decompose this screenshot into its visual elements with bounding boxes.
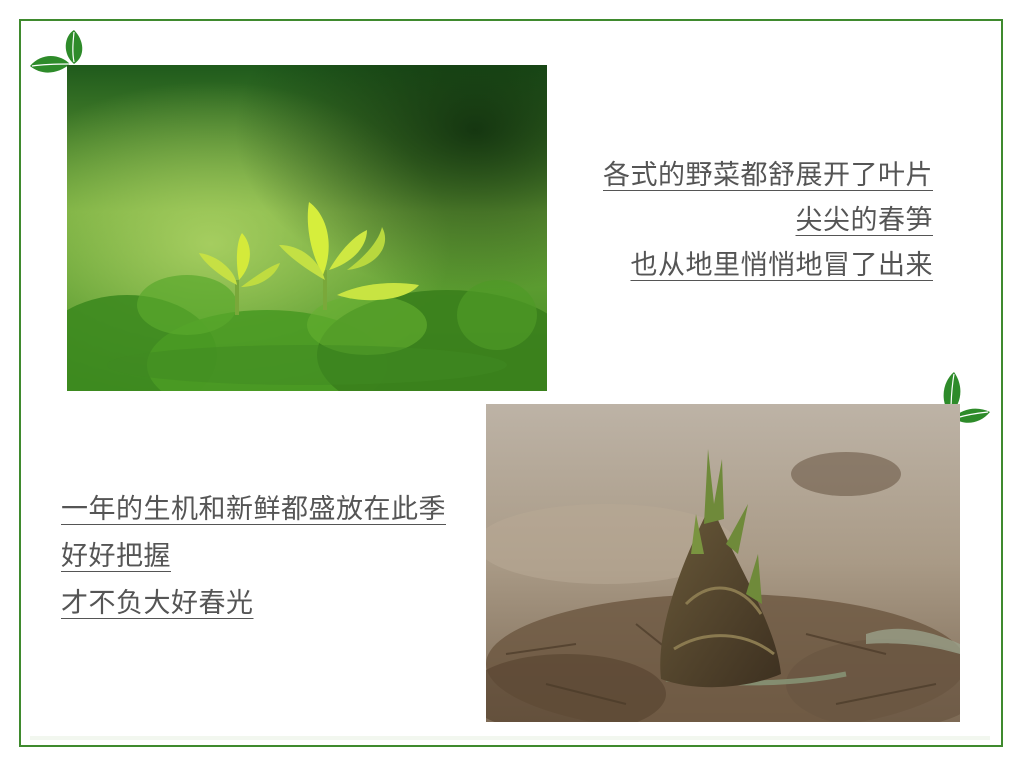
poem-right-line-1: 各式的野菜都舒展开了叶片 <box>603 160 933 191</box>
poem-left-block: 一年的生机和新鲜都盛放在此季 好好把握 才不负大好春光 <box>61 496 446 637</box>
poem-left-line-3: 才不负大好春光 <box>61 588 254 619</box>
bottom-strip <box>30 736 990 740</box>
poem-right-line-3: 也从地里悄悄地冒了出来 <box>630 250 933 281</box>
photo-green-sprouts <box>67 65 547 391</box>
photo-bamboo-shoot <box>486 404 960 722</box>
poem-right-block: 各式的野菜都舒展开了叶片 尖尖的春笋 也从地里悄悄地冒了出来 <box>603 162 933 297</box>
poem-right-line-2: 尖尖的春笋 <box>795 205 933 236</box>
poem-left-line-1: 一年的生机和新鲜都盛放在此季 <box>61 494 446 525</box>
poem-left-line-2: 好好把握 <box>61 541 171 572</box>
